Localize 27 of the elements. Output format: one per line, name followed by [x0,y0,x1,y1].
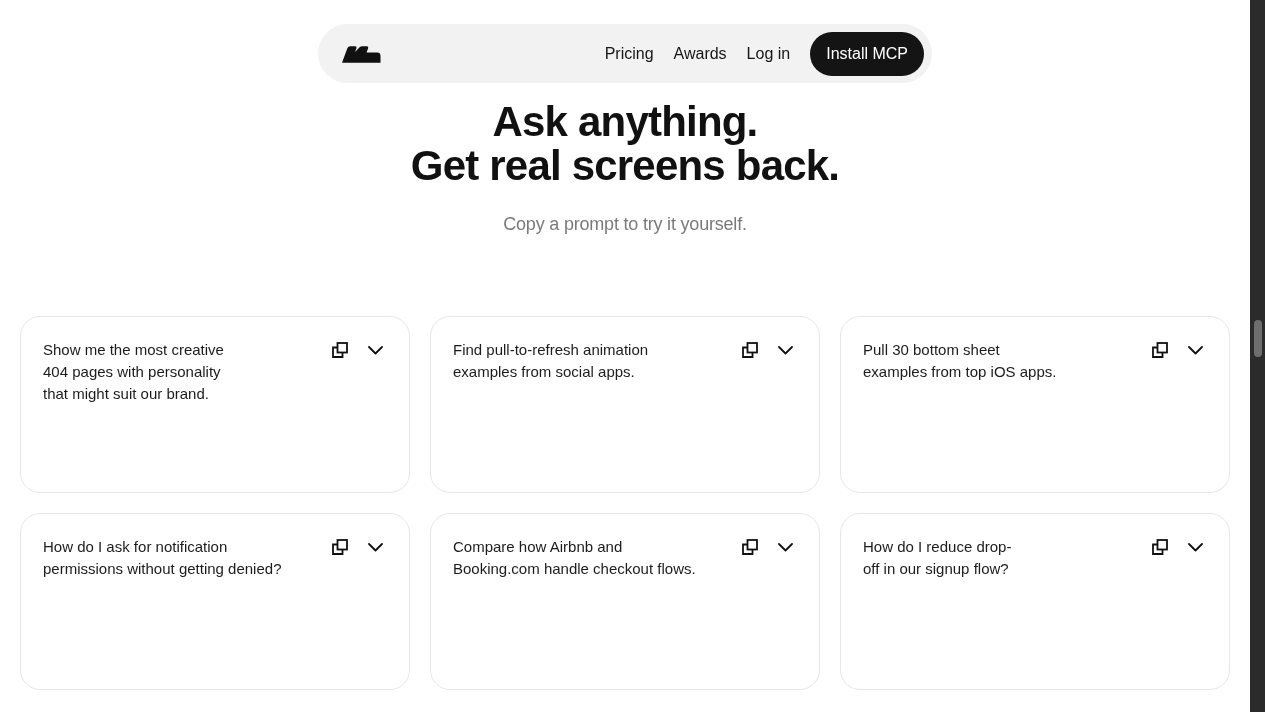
copy-icon[interactable] [332,539,348,555]
prompt-text: Pull 30 bottom sheet examples from top iOS apps. [863,340,1057,382]
copy-icon[interactable] [1152,342,1168,358]
nav-link[interactable]: Log in [746,44,791,63]
subtitle: Copy a prompt to try it yourself. [503,213,747,236]
chevron-down-icon[interactable] [368,542,383,552]
copy-icon[interactable] [742,539,758,555]
headline: Ask anything. Get real screens back. [410,100,840,188]
logo[interactable] [342,44,381,63]
scrollbar[interactable] [1250,0,1265,712]
copy-icon[interactable] [332,342,348,358]
install-button[interactable]: Install MCP [810,31,924,76]
chevron-down-icon[interactable] [1188,542,1203,552]
chevron-down-icon[interactable] [778,542,793,552]
prompt-text: How do I ask for notification permissions without getting denied? [43,537,282,579]
nav-link[interactable]: Pricing [604,44,654,63]
prompt-text: Find pull-to-refresh animation examples from social apps. [453,340,649,382]
prompt-text: Compare how Airbnb and Booking.com handle checkout flows. [453,537,696,579]
chevron-down-icon[interactable] [368,345,383,355]
chevron-down-icon[interactable] [778,345,793,355]
copy-icon[interactable] [1152,539,1168,555]
prompt-text: Show me the most creative 404 pages with personality that might suit our brand. [43,340,224,404]
nav-link[interactable]: Awards [673,44,727,63]
prompt-text: How do I reduce drop- off in our signup flow? [863,537,1012,579]
scrollbar-thumb[interactable] [1253,320,1262,357]
copy-icon[interactable] [742,342,758,358]
chevron-down-icon[interactable] [1188,345,1203,355]
